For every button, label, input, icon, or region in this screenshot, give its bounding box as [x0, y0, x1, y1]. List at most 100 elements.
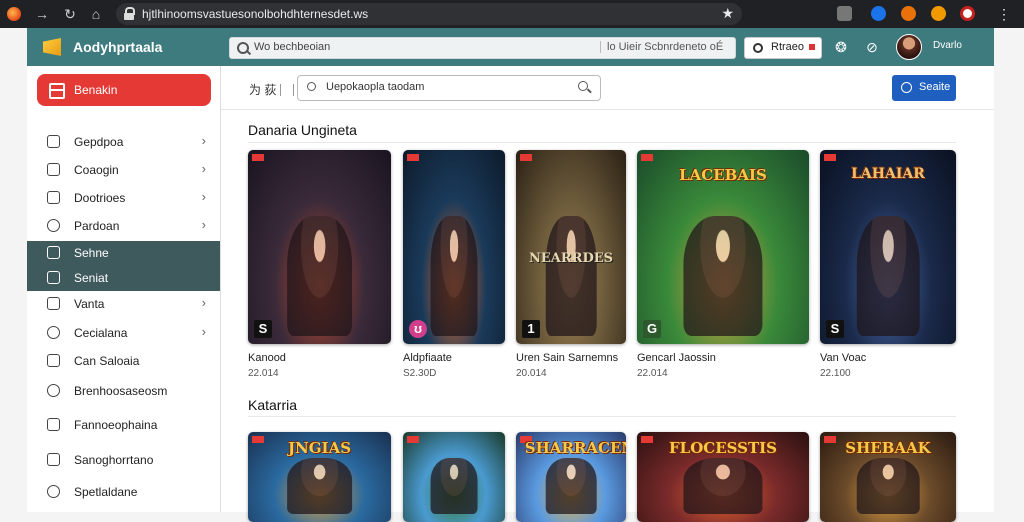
profile-icon[interactable] [960, 6, 975, 21]
cover-art-character [683, 458, 763, 514]
gamepad-icon[interactable]: ❂ [833, 39, 849, 55]
box-icon [47, 297, 60, 310]
game-card[interactable]: SHEBAAK [820, 432, 956, 522]
language-selector[interactable]: 为 荻 [249, 81, 295, 98]
flag-icon [809, 44, 815, 50]
publisher-logo-icon: ʊ [409, 320, 427, 338]
brand-name[interactable]: Aodyhprtaala [73, 39, 162, 55]
sidebar-item[interactable]: Seniat [27, 266, 220, 291]
chevron-right-icon: › [201, 217, 206, 232]
browser-chrome: → ↻ ⌂ hjtlhinoomsvastuesonolbohdhternesd… [0, 0, 1024, 28]
sidebar-item-label: Coaogin [74, 163, 119, 177]
main-search-placeholder: Uepokaopla taodam [326, 81, 425, 93]
cover-art-character [856, 458, 920, 514]
cover-title-art: SHARRACEMAN [524, 439, 626, 458]
game-title[interactable]: Kanood [248, 352, 286, 364]
cover-title-art: JNGIAS [287, 439, 352, 458]
primary-action-button[interactable]: Seaite [892, 75, 956, 101]
search-icon[interactable] [578, 81, 588, 91]
sidebar-item[interactable]: Spetlaldane [27, 480, 220, 504]
game-year: 20.014 [516, 368, 547, 379]
shield-icon [47, 163, 60, 176]
doc-icon [47, 418, 60, 431]
game-card[interactable]: FLOCESSTIS [637, 432, 809, 522]
menu-icon[interactable]: ⋮ [995, 5, 1013, 23]
rating-badge-icon [407, 154, 419, 161]
header-search-input[interactable]: Wo bechbeoian lo Uieir Scbnrdeneto oÉ [229, 37, 736, 59]
sidebar-item-label: Sehne [74, 246, 109, 260]
sidebar-item[interactable]: Can Saloaia [27, 349, 220, 373]
game-year: S2.30D [403, 368, 437, 379]
star-icon[interactable]: ★ [721, 5, 734, 22]
header-divider [221, 109, 994, 110]
extension-icon[interactable] [871, 6, 886, 21]
action-icon [901, 82, 912, 93]
sidebar-cta-button[interactable]: Benakin [37, 74, 211, 106]
sidebar-item-label: Spetlaldane [74, 485, 138, 499]
list-icon [47, 453, 60, 466]
publisher-logo-icon: G [643, 320, 661, 338]
sidebar-item[interactable]: Brenhoosaseosm [27, 379, 220, 403]
app-header: Aodyhprtaala Wo bechbeoian lo Uieir Scbn… [27, 28, 994, 66]
home-icon[interactable]: ⌂ [87, 5, 105, 23]
section-title: Danaria Ungineta [248, 122, 357, 138]
game-title[interactable]: Van Voac [820, 352, 866, 364]
logo-icon[interactable] [43, 38, 61, 56]
game-card[interactable]: LAHAIAR S [820, 150, 956, 344]
main-search-input[interactable]: Uepokaopla taodam [297, 75, 601, 101]
cover-title-art: NEARRDES [528, 250, 614, 266]
reload-icon[interactable]: ↻ [61, 5, 79, 23]
sidebar-item-label: Can Saloaia [74, 354, 140, 368]
username[interactable]: Dvarlo [933, 40, 962, 51]
game-year: 22.014 [637, 368, 668, 379]
extension-icon[interactable] [931, 6, 946, 21]
publisher-logo-icon: S [254, 320, 272, 338]
main-content: 为 荻 Uepokaopla taodam Seaite Danaria Ung… [221, 66, 994, 522]
clock-icon [47, 219, 60, 232]
sidebar-item-label: Pardoan [74, 219, 120, 233]
game-title[interactable]: Gencarl Jaossin [637, 352, 716, 364]
game-card[interactable] [403, 432, 505, 522]
game-title[interactable]: Uren Sain Sarnemns [516, 352, 618, 364]
chevron-right-icon: › [201, 133, 206, 148]
cover-art-character [286, 215, 353, 336]
sidebar-item[interactable]: Pardoan › [27, 214, 220, 238]
section-divider [248, 416, 956, 417]
sidebar-item-label: Fannoeophaina [74, 418, 158, 432]
rating-badge-icon [520, 154, 532, 161]
extension-icon[interactable] [901, 6, 916, 21]
back-icon[interactable]: → [33, 5, 51, 23]
extension-icon[interactable] [837, 6, 852, 21]
sidebar-item[interactable]: Vanta › [27, 292, 220, 316]
sidebar-item[interactable]: Sanoghorrtano [27, 448, 220, 472]
chevron-right-icon: › [201, 324, 206, 339]
game-card[interactable]: ʊ [403, 150, 505, 344]
cta-label: Benakin [74, 83, 118, 97]
sidebar-item[interactable]: Sehne [27, 241, 220, 266]
game-title[interactable]: Aldpfiaate [403, 352, 452, 364]
sidebar-item[interactable]: Fannoeophaina [27, 413, 220, 437]
sidebar-item[interactable]: Coaogin › [27, 158, 220, 182]
search-icon [237, 42, 249, 54]
link-icon[interactable]: ⊘ [864, 39, 880, 55]
box-icon [47, 191, 60, 204]
sidebar-item[interactable]: Gepdpoa › [27, 130, 220, 154]
sidebar-item[interactable]: Cecialana › [27, 321, 220, 345]
game-card[interactable]: NEARRDES 1 [516, 150, 626, 344]
game-card[interactable]: SHARRACEMAN [516, 432, 626, 522]
section-divider [248, 142, 956, 143]
publisher-logo-icon: 1 [522, 320, 540, 338]
avatar[interactable] [896, 34, 922, 60]
sidebar-item[interactable]: Dootrioes › [27, 186, 220, 210]
address-bar[interactable]: hjtlhinoomsvastuesonolbohdhternesdet.ws … [116, 3, 742, 25]
header-search-button[interactable]: Rtraeo [744, 37, 822, 59]
browser-favicon-icon[interactable] [7, 7, 21, 21]
game-card[interactable]: LACEBAIS G [637, 150, 809, 344]
search-icon [753, 43, 763, 53]
cover-title-art: LACEBAIS [679, 165, 767, 184]
cover-title-art: FLOCESSTIS [669, 439, 777, 458]
chat-icon [47, 485, 60, 498]
hand-icon [47, 135, 60, 148]
game-card[interactable]: JNGIAS [248, 432, 391, 522]
game-card[interactable]: S [248, 150, 391, 344]
